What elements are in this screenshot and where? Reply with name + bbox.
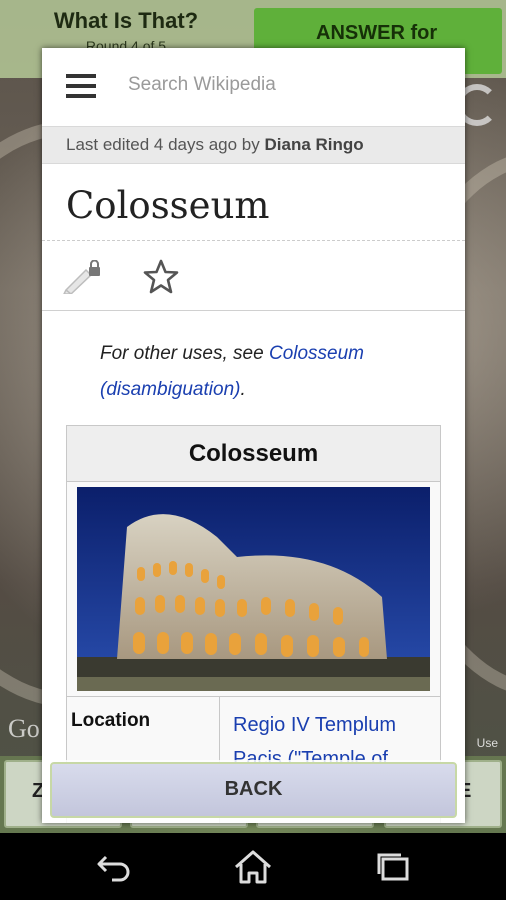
home-icon[interactable] xyxy=(228,847,278,887)
divider xyxy=(42,240,465,241)
star-icon[interactable] xyxy=(142,258,180,296)
hamburger-menu-icon[interactable] xyxy=(66,74,96,98)
last-edited-bar[interactable]: Last edited 4 days ago by Diana Ringo xyxy=(42,126,465,164)
page-title: Colosseum xyxy=(66,184,270,227)
terms-link[interactable]: Use xyxy=(477,736,498,750)
wikipedia-dialog: Last edited 4 days ago by Diana Ringo Co… xyxy=(42,48,465,823)
pencil-lock-icon[interactable] xyxy=(62,260,102,294)
divider xyxy=(42,310,465,311)
back-button[interactable]: BACK xyxy=(50,762,457,818)
back-arrow-icon[interactable] xyxy=(90,847,140,887)
last-edited-user[interactable]: Diana Ringo xyxy=(264,135,363,154)
last-edited-text: Last edited 4 days ago by xyxy=(66,135,265,154)
infobox-row-label: Location xyxy=(71,710,151,731)
game-title: What Is That? xyxy=(53,8,199,33)
system-navigation-bar xyxy=(0,833,506,900)
infobox-title: Colosseum xyxy=(67,426,440,482)
hatnote-text: For other uses, see xyxy=(100,343,269,364)
map-logo: Go xyxy=(8,714,40,743)
divider xyxy=(67,696,440,697)
colosseum-photo[interactable] xyxy=(77,487,430,691)
recents-icon[interactable] xyxy=(368,847,418,887)
hatnote: For other uses, see Colosseum (disambigu… xyxy=(100,336,440,408)
wiki-header xyxy=(42,48,465,126)
search-input[interactable] xyxy=(128,74,428,96)
hatnote-suffix: . xyxy=(240,379,246,400)
